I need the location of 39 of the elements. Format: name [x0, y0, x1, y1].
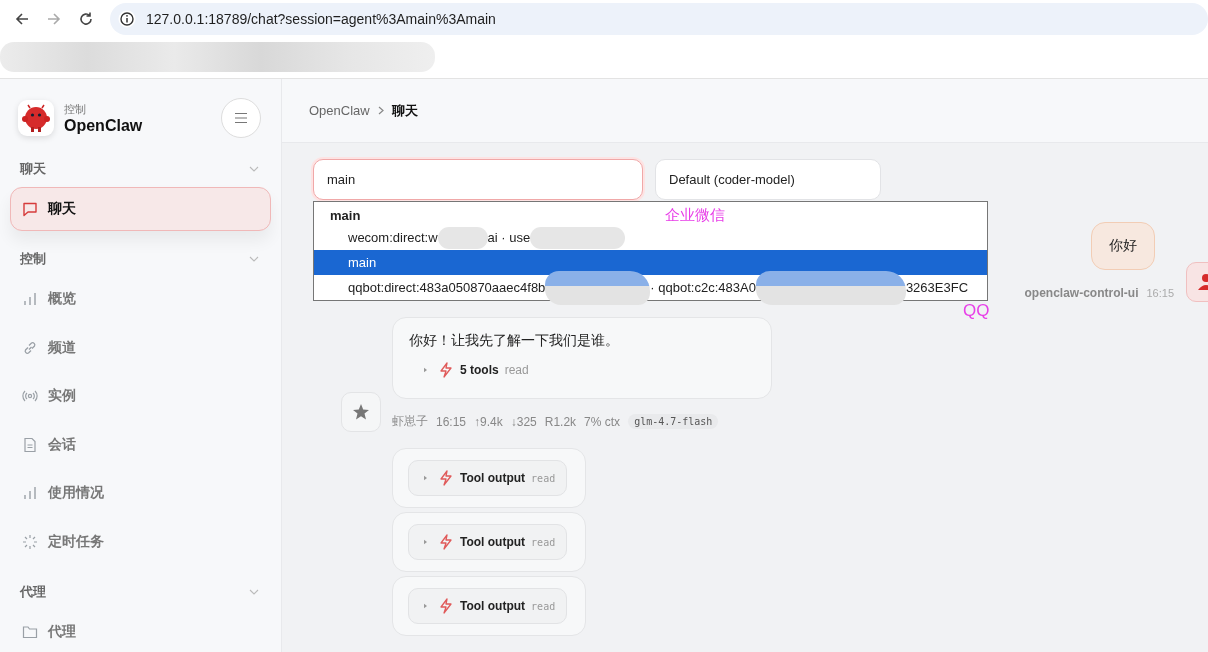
nav-item[interactable]: 实例 — [10, 374, 271, 418]
session-option[interactable]: main — [314, 250, 987, 275]
message-text: 你好！让我先了解一下我们是谁。 — [409, 332, 620, 350]
nav-item[interactable]: 定时任务 — [10, 519, 271, 564]
nav-item[interactable]: 代理 — [10, 609, 271, 652]
sender-name: openclaw-control-ui — [1024, 286, 1139, 300]
session-select[interactable]: main — [313, 159, 643, 200]
nav-group-label: 代理 — [20, 582, 46, 601]
model-tag: glm-4.7-flash — [628, 414, 719, 429]
tool-output-toggle[interactable]: Tool output read — [408, 524, 568, 560]
annotation-label: QQ — [963, 302, 990, 319]
session-option[interactable]: wecom:direct:w ai · use — [314, 225, 987, 250]
nav-item[interactable]: 使用情况 — [10, 471, 271, 515]
session-option[interactable]: qqbot:direct:483a050870aaec4f8b · qqbot:c2c:483A0 3263E3FC — [314, 275, 987, 300]
breadcrumb-link[interactable]: OpenClaw — [309, 103, 370, 118]
brand-caption: 控制 — [64, 101, 87, 117]
message-time: 16:15 — [436, 414, 467, 429]
sender-name: 虾崽子 — [392, 413, 428, 430]
nav-group-label: 聊天 — [20, 160, 46, 178]
tool-output-toggle[interactable]: Tool output read — [408, 588, 568, 624]
token-stat: 7% ctx — [584, 414, 621, 429]
brand-name: OpenClaw — [64, 116, 144, 135]
user-message-bubble: 你好 — [1091, 222, 1155, 270]
annotation-label: 企业微信 — [665, 207, 725, 222]
nav-item[interactable]: 频道 — [10, 325, 271, 370]
address-bar[interactable]: 127.0.0.1:18789/chat?session=agent%3Amain%3Amain — [110, 3, 1208, 35]
breadcrumb-current: 聊天 — [391, 101, 418, 120]
tool-output-toggle[interactable]: Tool output read — [408, 460, 568, 496]
tools-summary[interactable]: 5 tools read — [423, 362, 755, 378]
token-stat: R1.2k — [544, 414, 577, 429]
nav-item[interactable]: 聊天 — [10, 187, 271, 231]
nav-item[interactable]: 会话 — [10, 422, 271, 467]
token-stat: ↓325 — [510, 414, 537, 429]
model-select[interactable]: Default (coder-model) — [655, 159, 881, 200]
nav-group-label: 控制 — [20, 250, 46, 268]
option-group-label: main — [330, 208, 361, 223]
nav-item[interactable]: 概览 — [10, 277, 271, 321]
message-time: 16:15 — [1146, 287, 1174, 299]
token-stat: ↑9.4k — [474, 414, 503, 429]
